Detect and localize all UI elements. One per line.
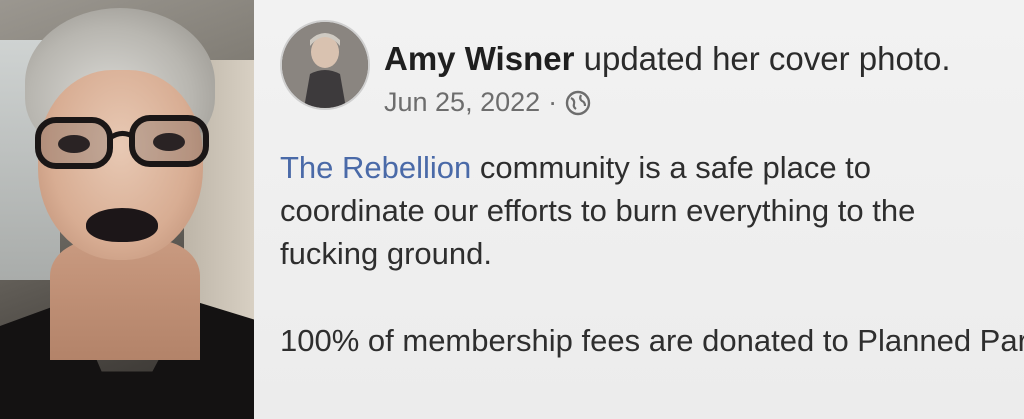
post-body: The Rebellion community is a safe place … (280, 146, 1024, 362)
post-header: Amy Wisner updated her cover photo. (384, 40, 951, 78)
post-action: updated her cover photo. (583, 40, 951, 77)
post-paragraph-1: The Rebellion community is a safe place … (280, 146, 1020, 275)
post-date[interactable]: Jun 25, 2022 (384, 87, 540, 118)
post-paragraph-2: 100% of membership fees are donated to P… (280, 323, 1024, 358)
author-name[interactable]: Amy Wisner (384, 40, 574, 77)
community-link[interactable]: The Rebellion (280, 150, 471, 185)
author-avatar[interactable] (280, 20, 370, 110)
avatar-image (282, 22, 368, 108)
meta-separator: · (548, 87, 558, 117)
globe-icon[interactable] (565, 90, 591, 116)
glasses-icon (35, 115, 209, 169)
facebook-post: Amy Wisner updated her cover photo. Jun … (254, 0, 1024, 419)
post-meta: Jun 25, 2022 · (384, 87, 591, 118)
lips (86, 208, 158, 242)
selfie-photo (0, 0, 254, 419)
